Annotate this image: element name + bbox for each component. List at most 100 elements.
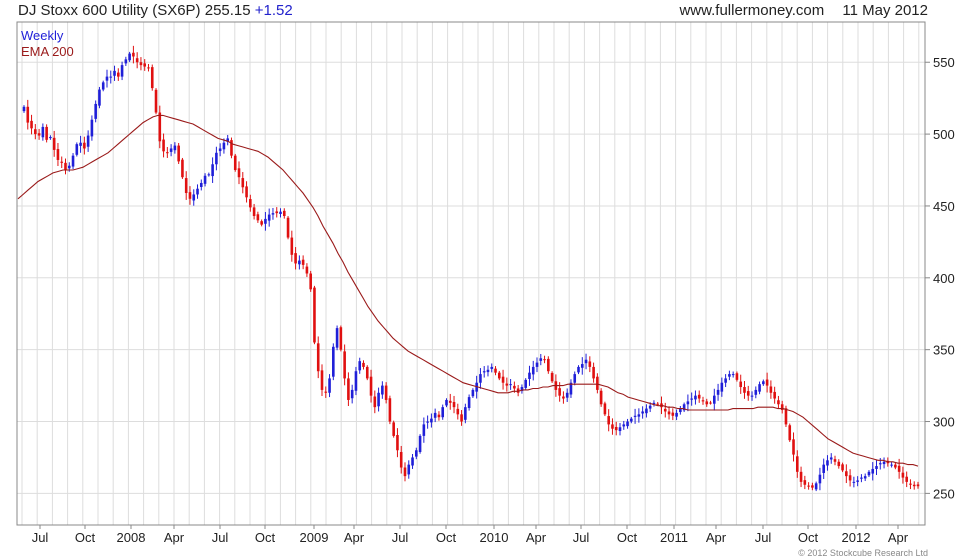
candle (464, 403, 467, 424)
candle-body (384, 385, 388, 400)
candle (667, 406, 671, 420)
candle (324, 386, 328, 398)
candle (467, 394, 471, 411)
candle-body (765, 379, 769, 386)
candle-body (867, 471, 871, 476)
candle-body (882, 461, 886, 465)
x-tick-label: Apr (888, 530, 909, 545)
candle-body (777, 400, 780, 405)
candle (697, 390, 701, 403)
candle (482, 366, 486, 378)
candle (441, 404, 445, 420)
candle-body (833, 459, 837, 462)
x-tick-label: 2009 (300, 530, 329, 545)
candle-body (332, 346, 335, 377)
x-tick-label: Jul (392, 530, 409, 545)
candle-body (528, 372, 531, 379)
candle (841, 462, 844, 473)
candle (818, 467, 822, 491)
candle-body (267, 214, 271, 221)
candle-body (739, 381, 743, 388)
x-tick-label: Oct (75, 530, 96, 545)
candle (301, 255, 305, 270)
candle (256, 211, 260, 223)
candle (807, 482, 810, 490)
candle-body (192, 194, 196, 201)
candle-body (249, 199, 252, 208)
candle-body (607, 416, 610, 425)
candle (826, 455, 829, 471)
candle-body (211, 164, 214, 177)
candle (45, 124, 48, 143)
candle (528, 365, 531, 386)
candle-body (513, 385, 516, 389)
candle-body (309, 273, 312, 290)
candle-body (26, 106, 30, 123)
candle (22, 105, 26, 113)
candle (339, 325, 343, 352)
candle-body (222, 142, 226, 150)
candle (377, 387, 380, 412)
candle (592, 362, 595, 383)
candle (637, 408, 641, 423)
candle-body (34, 129, 37, 135)
candle (150, 64, 154, 91)
candle (49, 135, 52, 140)
candle-body (482, 371, 486, 373)
candle-body (599, 390, 603, 405)
candle-body (199, 182, 203, 187)
candle-body (901, 472, 905, 478)
candle (60, 156, 64, 169)
candle-body (101, 82, 105, 90)
candle (762, 379, 765, 386)
candle (531, 360, 535, 381)
candle (577, 365, 580, 375)
candle (249, 194, 252, 212)
candle (490, 363, 494, 373)
candle (260, 219, 263, 227)
candle-body (294, 253, 297, 264)
candle-body (550, 372, 554, 382)
candle-body (60, 161, 64, 163)
candle (550, 371, 554, 384)
candle (867, 470, 871, 477)
candle (101, 80, 105, 92)
candle (890, 462, 893, 468)
candle-body (37, 133, 41, 136)
candle (426, 415, 429, 429)
candle (863, 473, 867, 482)
x-tick-label: Apr (344, 530, 365, 545)
candle-body (117, 72, 120, 77)
candlesticks (22, 45, 920, 492)
candle-body (154, 89, 158, 113)
candle-body (694, 395, 697, 400)
candle-body (811, 485, 814, 488)
candle-body (124, 59, 128, 64)
candle-body (905, 476, 908, 482)
candle-body (109, 76, 113, 78)
candle-body (697, 394, 701, 399)
candle (309, 270, 312, 292)
candle (328, 374, 331, 398)
candle-body (150, 67, 154, 89)
candle-body (354, 371, 358, 391)
candle (765, 372, 769, 393)
candle (241, 172, 245, 194)
candle-body (573, 374, 577, 383)
candle (381, 381, 384, 399)
candle (403, 462, 407, 482)
candle (90, 115, 94, 141)
candle-body (618, 427, 622, 432)
candle (362, 360, 365, 370)
candle-body (335, 328, 339, 348)
y-tick-label: 350 (933, 343, 955, 358)
candle-body (558, 388, 561, 396)
candle (162, 133, 165, 158)
candle (746, 385, 750, 401)
candle (497, 370, 501, 381)
x-tick-label: Jul (212, 530, 229, 545)
candle-body (286, 217, 290, 238)
candle-body (822, 464, 825, 473)
candle-body (803, 480, 807, 485)
candle-body (181, 159, 184, 178)
